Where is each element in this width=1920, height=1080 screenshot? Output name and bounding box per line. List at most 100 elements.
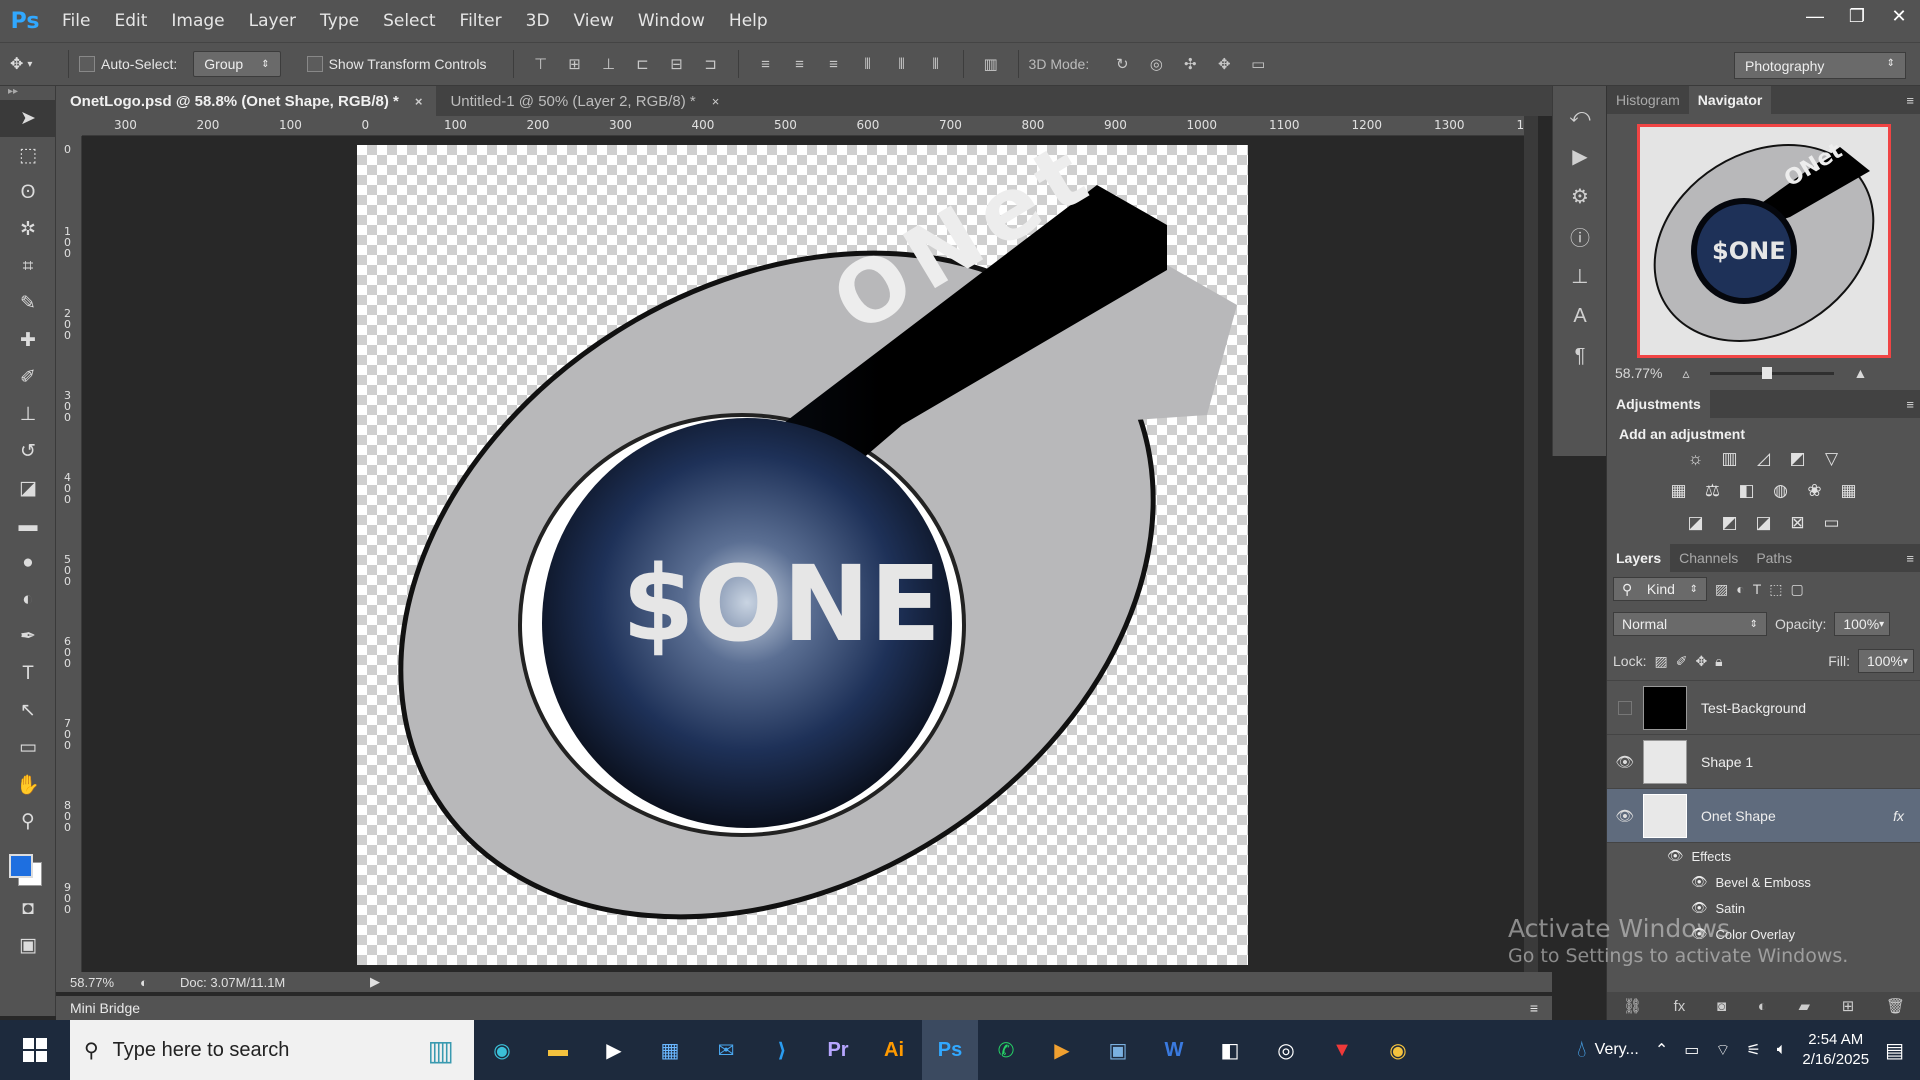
horizontal-ruler[interactable]: 300 200 100 0 100 200 300 400 500 600 700 800 900 100… — [82, 116, 1524, 136]
weather-text[interactable]: Very... — [1595, 1041, 1639, 1059]
eye-icon[interactable]: 👁︎ — [1667, 848, 1684, 864]
clone-source-icon[interactable]: ⊥ — [1553, 256, 1607, 296]
layer-row[interactable]: Test-Background — [1607, 681, 1920, 735]
pen-tool-icon[interactable]: ✒ — [0, 618, 56, 655]
tab-untitled[interactable]: Untitled-1 @ 50% (Layer 2, RGB/8) * × — [436, 86, 733, 116]
menu-edit[interactable]: Edit — [102, 11, 159, 31]
menu-help[interactable]: Help — [717, 11, 780, 31]
taskbar-search[interactable]: ⚲ Type here to search ▥ — [70, 1020, 474, 1080]
kind-filter-dropdown[interactable]: ⚲ Kind ⇕ — [1613, 577, 1707, 601]
clone-stamp-tool-icon[interactable]: ⊥ — [0, 396, 56, 433]
history-icon[interactable]: ⤺ — [1553, 96, 1607, 136]
curves-icon[interactable]: ◿ — [1753, 448, 1775, 470]
effect-bevel-emboss[interactable]: 👁︎ Bevel & Emboss — [1607, 869, 1920, 895]
close-button[interactable]: ✕ — [1878, 0, 1920, 32]
distribute-left-icon[interactable]: ⦀ — [857, 53, 879, 75]
move-tool-icon[interactable]: ➤ — [0, 100, 56, 137]
new-group-icon[interactable]: ▰ — [1799, 997, 1811, 1015]
tab-adjustments[interactable]: Adjustments — [1607, 390, 1710, 418]
path-selection-tool-icon[interactable]: ↖ — [0, 692, 56, 729]
navigator-preview[interactable]: ONet $ONE — [1636, 124, 1891, 358]
eye-icon[interactable]: 👁︎ — [1607, 753, 1643, 771]
align-top-icon[interactable]: ⊤ — [530, 53, 552, 75]
chrome-icon[interactable]: ◉ — [1370, 1020, 1426, 1080]
align-left-icon[interactable]: ⊏ — [632, 53, 654, 75]
document-canvas[interactable]: ONet $ONE — [357, 121, 1248, 965]
distribute-bottom-icon[interactable]: ≡ — [823, 53, 845, 75]
file-explorer-icon[interactable]: ▬ — [530, 1020, 586, 1080]
properties-icon[interactable]: ⚙ — [1553, 176, 1607, 216]
tab-histogram[interactable]: Histogram — [1607, 86, 1689, 114]
new-layer-icon[interactable]: ⊞ — [1842, 997, 1855, 1015]
threshold-icon[interactable]: ◪ — [1753, 512, 1775, 534]
shape-tool-icon[interactable]: ▭ — [0, 729, 56, 766]
channel-mixer-icon[interactable]: ❀ — [1804, 480, 1826, 502]
store-icon[interactable]: ▦ — [642, 1020, 698, 1080]
paragraph-icon[interactable]: ¶ — [1553, 336, 1607, 376]
minimize-button[interactable]: — — [1794, 0, 1836, 32]
weather-icon[interactable]: 💧︎ — [1577, 1036, 1587, 1064]
lock-transparent-icon[interactable]: ▨ — [1654, 653, 1667, 670]
color-swatches[interactable] — [0, 840, 55, 890]
panel-menu-icon[interactable]: ≡ — [1906, 93, 1914, 108]
align-right-icon[interactable]: ⊐ — [700, 53, 722, 75]
premiere-icon[interactable]: Pr — [810, 1020, 866, 1080]
blur-tool-icon[interactable]: ● — [0, 544, 56, 581]
effects-row[interactable]: 👁︎ Effects — [1607, 843, 1920, 869]
brush-tool-icon[interactable]: ✐ — [0, 359, 56, 396]
gradient-map-icon[interactable]: ▭ — [1821, 512, 1843, 534]
layer-name[interactable]: Shape 1 — [1701, 754, 1753, 770]
checkbox[interactable] — [79, 56, 95, 72]
actions-icon[interactable]: ▶ — [1553, 136, 1607, 176]
info-icon[interactable]: ⓘ — [1553, 216, 1607, 256]
adjustment-filter-icon[interactable]: ◐ — [1736, 581, 1744, 597]
network-icon[interactable]: ⚟ — [1746, 1040, 1760, 1060]
panel-grip[interactable]: ▸▸ — [0, 86, 55, 100]
brightness-icon[interactable]: ☼ — [1685, 448, 1707, 470]
quick-mask-icon[interactable]: ◘ — [0, 890, 56, 927]
delete-layer-icon[interactable]: 🗑︎ — [1886, 997, 1905, 1015]
vertical-ruler[interactable]: 0 1 0 0 2 0 0 3 0 0 4 0 0 5 0 0 6 0 0 7 0 0 8 0 … — [56, 136, 82, 972]
levels-icon[interactable]: ▥ — [1719, 448, 1741, 470]
visibility-toggle-off[interactable] — [1607, 700, 1643, 715]
zoom-in-icon[interactable]: ▲ — [1854, 365, 1868, 381]
lock-all-icon[interactable]: 🔒︎ — [1715, 653, 1722, 670]
scale-3d-icon[interactable]: ▭ — [1247, 53, 1269, 75]
obs-icon[interactable]: ◎ — [1258, 1020, 1314, 1080]
ruler-corner[interactable] — [56, 116, 82, 136]
layer-name[interactable]: Test-Background — [1701, 700, 1806, 716]
transform-controls-checkbox[interactable]: Show Transform Controls — [306, 56, 487, 72]
photoshop-taskbar-icon[interactable]: Ps — [922, 1020, 978, 1080]
video-app-icon[interactable]: ▶ — [1034, 1020, 1090, 1080]
tab-navigator[interactable]: Navigator — [1688, 86, 1772, 114]
zoom-slider[interactable] — [1709, 366, 1834, 379]
black-white-icon[interactable]: ◧ — [1736, 480, 1758, 502]
checkbox[interactable] — [306, 56, 323, 72]
align-hcenter-icon[interactable]: ⊟ — [666, 53, 688, 75]
distribute-vcenter-icon[interactable]: ≡ — [789, 53, 811, 75]
opacity-field[interactable]: 100% ▾ — [1834, 612, 1891, 636]
menu-file[interactable]: File — [50, 11, 102, 31]
distribute-top-icon[interactable]: ≡ — [755, 53, 777, 75]
type-filter-icon[interactable]: T — [1753, 581, 1762, 597]
volume-icon[interactable]: 🔈︎ — [1777, 1041, 1787, 1059]
navigator-zoom[interactable]: 58.77% — [1615, 365, 1662, 381]
illustrator-icon[interactable]: Ai — [866, 1020, 922, 1080]
shape-filter-icon[interactable]: ⬚ — [1769, 581, 1782, 598]
blend-mode-dropdown[interactable]: Normal ⇕ — [1613, 612, 1767, 636]
screen-mode-icon[interactable]: ▣ — [0, 927, 56, 964]
layer-row-selected[interactable]: 👁︎ Onet Shape fx — [1607, 789, 1920, 843]
menu-layer[interactable]: Layer — [237, 11, 308, 31]
vertical-scrollbar[interactable] — [1524, 116, 1538, 972]
menu-filter[interactable]: Filter — [448, 11, 514, 31]
selective-color-icon[interactable]: ⊠ — [1787, 512, 1809, 534]
close-icon[interactable]: × — [712, 94, 720, 109]
edge-icon[interactable]: ◉ — [474, 1020, 530, 1080]
remote-desktop-icon[interactable]: ▣ — [1090, 1020, 1146, 1080]
tab-channels[interactable]: Channels — [1670, 544, 1747, 572]
history-brush-tool-icon[interactable]: ↺ — [0, 433, 56, 470]
word-icon[interactable]: W — [1146, 1020, 1202, 1080]
lock-position-icon[interactable]: ✥ — [1695, 653, 1707, 670]
rotate-3d-icon[interactable]: ↻ — [1111, 53, 1133, 75]
color-lookup-icon[interactable]: ▦ — [1838, 480, 1860, 502]
